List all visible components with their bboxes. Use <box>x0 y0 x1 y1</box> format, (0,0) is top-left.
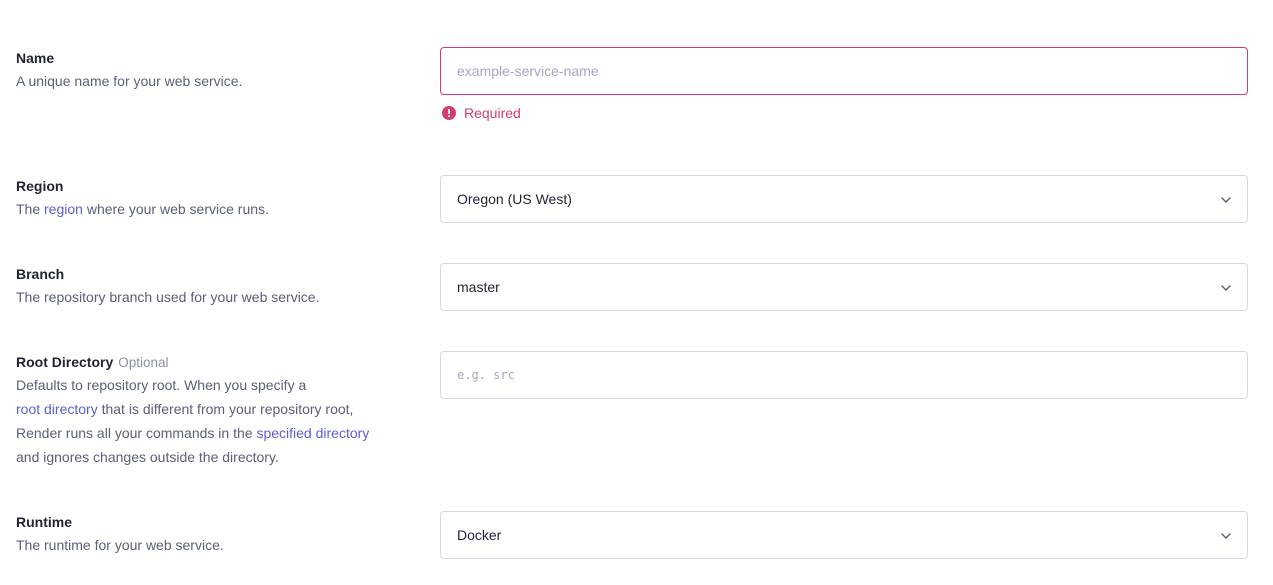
root-directory-label-group: Root Directory Optional Defaults to repos… <box>16 351 416 469</box>
region-desc-prefix: The <box>16 201 45 217</box>
name-title: Name <box>16 50 55 66</box>
region-description: The region where your web service runs. <box>16 197 416 221</box>
region-select[interactable]: Oregon (US West) <box>440 175 1248 223</box>
runtime-selected-value: Docker <box>457 527 502 543</box>
runtime-select[interactable]: Docker <box>440 511 1248 559</box>
root-directory-title: Root Directory Optional <box>16 351 416 373</box>
name-row: Name A unique name for your web service.… <box>16 47 1248 127</box>
root-directory-desc-line4: and ignores changes outside the director… <box>16 449 279 465</box>
branch-field-group: master <box>440 263 1248 311</box>
root-directory-desc-line3: Render runs all your commands in the spe… <box>16 421 416 445</box>
root-directory-desc-line1: Defaults to repository root. When you sp… <box>16 377 307 393</box>
chevron-down-icon <box>1221 197 1231 203</box>
chevron-down-icon <box>1221 533 1231 539</box>
root-directory-input[interactable] <box>440 351 1248 399</box>
root-directory-desc-line2-suffix: that is different from your repository r… <box>97 401 354 417</box>
specified-directory-link[interactable]: specified directory <box>256 425 369 441</box>
root-directory-title-text: Root Directory <box>16 354 114 370</box>
region-title: Region <box>16 178 64 194</box>
name-error-message: Required <box>440 105 1248 121</box>
name-label-group: Name A unique name for your web service. <box>16 47 416 93</box>
branch-title: Branch <box>16 266 65 282</box>
chevron-down-icon <box>1221 285 1231 291</box>
root-directory-description: Defaults to repository root. When you sp… <box>16 373 416 469</box>
region-desc-suffix: where your web service runs. <box>82 201 269 217</box>
optional-tag: Optional <box>118 355 169 370</box>
alert-circle-icon <box>442 106 456 120</box>
web-service-form: Name A unique name for your web service.… <box>0 0 1273 585</box>
root-directory-link[interactable]: root directory <box>16 401 98 417</box>
root-directory-desc-line2: root directory that is different from yo… <box>16 397 416 421</box>
runtime-title: Runtime <box>16 514 72 530</box>
region-field-group: Oregon (US West) <box>440 175 1248 223</box>
runtime-label-group: Runtime The runtime for your web service… <box>16 511 416 557</box>
root-directory-desc-line3-prefix: Render runs all your commands in the <box>16 425 257 441</box>
branch-selected-value: master <box>457 279 500 295</box>
branch-label-group: Branch The repository branch used for yo… <box>16 263 416 309</box>
name-description: A unique name for your web service. <box>16 73 243 89</box>
branch-description: The repository branch used for your web … <box>16 289 320 305</box>
name-input[interactable] <box>440 47 1248 95</box>
region-link[interactable]: region <box>44 201 83 217</box>
region-selected-value: Oregon (US West) <box>457 191 572 207</box>
branch-select[interactable]: master <box>440 263 1248 311</box>
runtime-description: The runtime for your web service. <box>16 537 224 553</box>
runtime-row: Runtime The runtime for your web service… <box>16 511 1248 559</box>
branch-row: Branch The repository branch used for yo… <box>16 263 1248 311</box>
region-row: Region The region where your web service… <box>16 175 1248 223</box>
root-directory-row: Root Directory Optional Defaults to repos… <box>16 351 1248 471</box>
name-field-group: Required <box>440 47 1248 121</box>
name-error-text: Required <box>464 105 521 121</box>
runtime-field-group: Docker <box>440 511 1248 559</box>
region-label-group: Region The region where your web service… <box>16 175 416 221</box>
root-directory-field-group <box>440 351 1248 399</box>
